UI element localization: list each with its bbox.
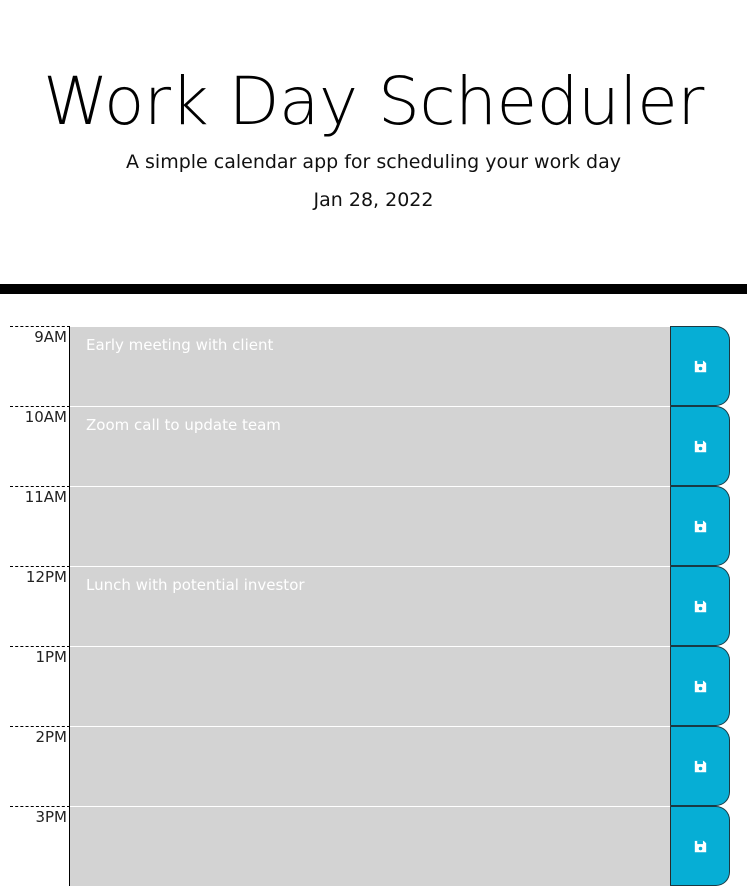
event-textarea[interactable]: Zoom call to update team: [70, 406, 670, 486]
time-block-container: 9AM Early meeting with client 10AM Zoom …: [10, 326, 730, 886]
floppy-disk-icon: [694, 600, 706, 612]
time-block-12pm: 12PM Lunch with potential investor: [10, 566, 730, 646]
event-textarea[interactable]: [70, 646, 670, 726]
page-title: Work Day Scheduler: [43, 63, 704, 140]
jumbotron-header: Work Day Scheduler A simple calendar app…: [0, 0, 747, 294]
floppy-disk-icon: [694, 360, 706, 372]
hour-label: 10AM: [10, 406, 70, 486]
event-textarea[interactable]: [70, 806, 670, 886]
page-subtitle: A simple calendar app for scheduling you…: [125, 151, 622, 173]
time-block-1pm: 1PM: [10, 646, 730, 726]
current-day: Jan 28, 2022: [313, 189, 434, 211]
save-button[interactable]: [670, 406, 730, 486]
save-button[interactable]: [670, 326, 730, 406]
time-block-11am: 11AM: [10, 486, 730, 566]
save-button[interactable]: [670, 566, 730, 646]
floppy-disk-icon: [694, 840, 706, 852]
save-button[interactable]: [670, 486, 730, 566]
event-textarea[interactable]: [70, 486, 670, 566]
hour-label: 1PM: [10, 646, 70, 726]
floppy-disk-icon: [694, 440, 706, 452]
hour-label: 12PM: [10, 566, 70, 646]
hour-label: 2PM: [10, 726, 70, 806]
time-block-3pm: 3PM: [10, 806, 730, 886]
time-block-9am: 9AM Early meeting with client: [10, 326, 730, 406]
hour-label: 3PM: [10, 806, 70, 886]
hour-label: 11AM: [10, 486, 70, 566]
save-button[interactable]: [670, 646, 730, 726]
hour-label: 9AM: [10, 326, 70, 406]
floppy-disk-icon: [694, 680, 706, 692]
floppy-disk-icon: [694, 760, 706, 772]
time-block-2pm: 2PM: [10, 726, 730, 806]
time-block-10am: 10AM Zoom call to update team: [10, 406, 730, 486]
event-textarea[interactable]: Early meeting with client: [70, 326, 670, 406]
save-button[interactable]: [670, 806, 730, 886]
event-textarea[interactable]: Lunch with potential investor: [70, 566, 670, 646]
floppy-disk-icon: [694, 520, 706, 532]
event-textarea[interactable]: [70, 726, 670, 806]
save-button[interactable]: [670, 726, 730, 806]
